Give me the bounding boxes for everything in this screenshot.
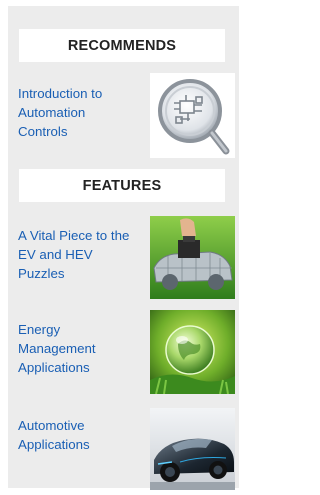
glass-globe-image[interactable] bbox=[150, 310, 235, 394]
puzzle-car-image[interactable] bbox=[150, 216, 235, 299]
features-item-ev-hev-puzzles-link[interactable]: A Vital Piece to the EV and HEV Puzzles bbox=[18, 226, 136, 283]
recommends-header: RECOMMENDS bbox=[19, 29, 225, 62]
features-item-energy-management-link[interactable]: Energy Management Applications bbox=[18, 320, 136, 377]
features-header-label: FEATURES bbox=[82, 177, 162, 194]
sports-car-image[interactable] bbox=[150, 408, 235, 490]
magnifier-circuit-image[interactable] bbox=[150, 73, 235, 158]
features-header: FEATURES bbox=[19, 169, 225, 202]
sidebar-panel: RECOMMENDS Introduction to Automation Co… bbox=[8, 6, 239, 490]
features-item-automotive-link[interactable]: Automotive Applications bbox=[18, 416, 136, 454]
recommends-item-automation-controls-link[interactable]: Introduction to Automation Controls bbox=[18, 84, 136, 141]
recommends-header-label: RECOMMENDS bbox=[67, 37, 177, 54]
